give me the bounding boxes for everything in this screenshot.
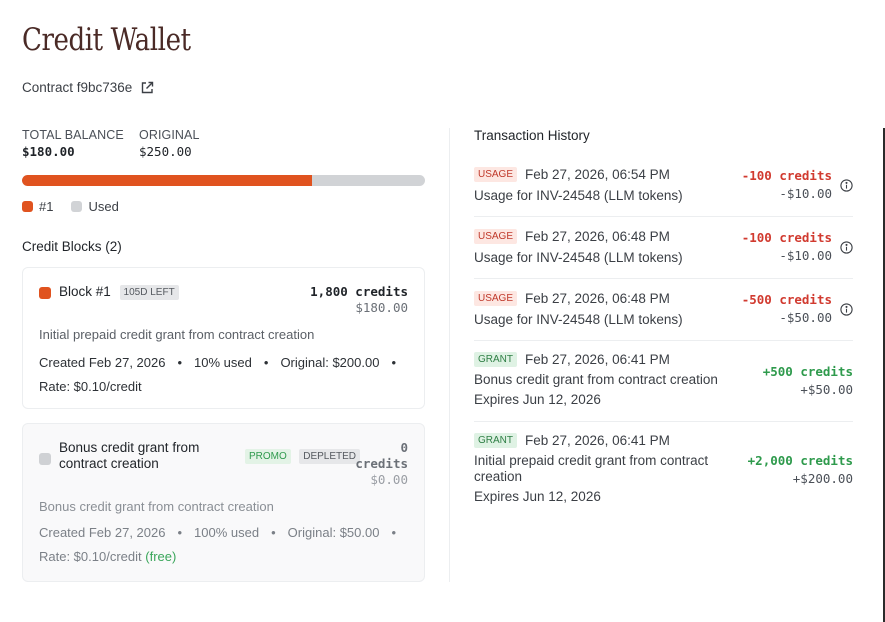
credit-block-card[interactable]: Bonus credit grant from contract creatio… xyxy=(22,423,425,582)
separator-dot: • xyxy=(263,355,269,370)
block-rate: Rate: $0.10/credit xyxy=(39,379,142,394)
depleted-badge: DEPLETED xyxy=(299,449,361,464)
block-used: 10% used xyxy=(194,355,252,370)
transaction-amount: -500 credits -$50.00 xyxy=(742,292,832,325)
block-color-swatch xyxy=(39,453,51,465)
transaction-dollars: -$50.00 xyxy=(779,310,832,325)
transaction-date: Feb 27, 2026, 06:41 PM xyxy=(525,352,670,367)
balance-progress-fill xyxy=(22,175,313,186)
block-amount-value: $180.00 xyxy=(355,300,408,315)
block-name: Block #1 105D LEFT xyxy=(59,284,179,301)
total-balance-label: TOTAL BALANCE xyxy=(22,128,124,142)
block-original: Original: $50.00 xyxy=(287,525,380,540)
transaction-row[interactable]: USAGE Feb 27, 2026, 06:48 PM Usage for I… xyxy=(474,229,853,279)
separator-dot: • xyxy=(177,355,183,370)
legend-swatch-used xyxy=(71,201,83,212)
transaction-date: Feb 27, 2026, 06:48 PM xyxy=(525,229,670,244)
transaction-type-badge: GRANT xyxy=(474,433,517,448)
block-meta: Created Feb 27, 2026 • 100% used • Original:… xyxy=(39,521,419,569)
block-credits-value: 0 xyxy=(400,440,408,455)
block-description: Initial prepaid credit grant from contra… xyxy=(39,327,315,342)
block-credits-unit: credits xyxy=(355,456,408,471)
days-left-badge: 105D LEFT xyxy=(119,285,179,300)
column-divider xyxy=(449,128,450,582)
info-icon[interactable] xyxy=(840,179,853,192)
separator-dot: • xyxy=(391,525,397,540)
original-balance-label: ORIGINAL xyxy=(139,128,200,142)
transaction-credits: -100 credits xyxy=(741,168,832,183)
transaction-dollars: +$50.00 xyxy=(800,382,853,397)
block-name-text: Block #1 xyxy=(59,284,111,299)
balance-progress-bar xyxy=(22,175,425,186)
block-credits: 0 credits $0.00 xyxy=(355,440,408,488)
legend-label-block1: #1 xyxy=(39,199,54,214)
original-balance-value: $250.00 xyxy=(139,144,192,159)
transaction-date: Feb 27, 2026, 06:48 PM xyxy=(525,291,670,306)
block-name: Bonus credit grant from contract creatio… xyxy=(59,440,200,471)
transaction-row[interactable]: USAGE Feb 27, 2026, 06:48 PM Usage for I… xyxy=(474,291,853,341)
separator-dot: • xyxy=(271,525,276,540)
transaction-row[interactable]: GRANT Feb 27, 2026, 06:41 PM Initial pre… xyxy=(474,433,853,513)
info-icon[interactable] xyxy=(840,241,853,254)
transaction-credits: -500 credits xyxy=(741,292,832,307)
info-icon[interactable] xyxy=(840,303,853,316)
contract-label: Contract f9bc736e xyxy=(22,80,133,95)
separator-dot: • xyxy=(391,355,397,370)
transaction-date: Feb 27, 2026, 06:54 PM xyxy=(525,167,670,182)
total-balance-value: $180.00 xyxy=(22,144,75,159)
transaction-dollars: -$10.00 xyxy=(779,186,832,201)
transaction-credits: +2,000 credits xyxy=(747,453,853,468)
block-rate-free: (free) xyxy=(145,549,177,564)
block-rate: Rate: $0.10/credit xyxy=(39,549,142,564)
block-created: Created Feb 27, 2026 xyxy=(39,355,166,370)
block-credits: 1,800 credits $180.00 xyxy=(310,284,408,315)
transaction-dollars: +$200.00 xyxy=(792,471,853,486)
block-used: 100% used xyxy=(194,525,260,540)
contract-link[interactable]: Contract f9bc736e xyxy=(22,80,154,95)
legend-swatch-block1 xyxy=(22,201,33,212)
block-color-swatch xyxy=(39,287,51,299)
transaction-description: Initial prepaid credit grant from contra… xyxy=(474,453,709,484)
legend-label-used: Used xyxy=(88,199,119,214)
transaction-amount: +500 credits +$50.00 xyxy=(763,364,853,397)
transaction-row[interactable]: GRANT Feb 27, 2026, 06:41 PM Bonus credi… xyxy=(474,352,853,422)
transaction-type-badge: USAGE xyxy=(474,229,518,244)
transaction-dollars: -$10.00 xyxy=(779,248,832,263)
balance-legend: #1 Used xyxy=(22,199,119,214)
transaction-amount: -100 credits -$10.00 xyxy=(742,168,832,201)
block-created: Created Feb 27, 2026 xyxy=(39,525,166,540)
total-balance: TOTAL BALANCE $180.00 xyxy=(22,128,124,159)
transaction-type-badge: USAGE xyxy=(474,167,518,182)
promo-badge: PROMO xyxy=(245,449,291,464)
transaction-credits: +500 credits xyxy=(762,364,853,379)
transaction-row[interactable]: USAGE Feb 27, 2026, 06:54 PM Usage for I… xyxy=(474,167,853,217)
block-description: Bonus credit grant from contract creatio… xyxy=(39,499,274,514)
credit-block-card[interactable]: Block #1 105D LEFT 1,800 credits $180.00… xyxy=(22,267,425,409)
transaction-expires: Expires Jun 12, 2026 xyxy=(474,489,601,504)
transaction-type-badge: GRANT xyxy=(474,352,517,367)
block-amount-value: $0.00 xyxy=(370,472,408,487)
transaction-date: Feb 27, 2026, 06:41 PM xyxy=(525,433,670,448)
transaction-history-heading: Transaction History xyxy=(474,128,590,143)
credit-blocks-heading: Credit Blocks (2) xyxy=(22,239,122,254)
transaction-amount: +2,000 credits +$200.00 xyxy=(748,453,853,486)
block-meta: Created Feb 27, 2026 • 10% used • Original: … xyxy=(39,351,419,399)
transaction-amount: -100 credits -$10.00 xyxy=(742,230,832,263)
original-balance: ORIGINAL $250.00 xyxy=(139,128,200,159)
transaction-credits: -100 credits xyxy=(741,230,832,245)
block-credits-value: 1,800 credits xyxy=(310,284,408,299)
page-title: Credit Wallet xyxy=(22,22,191,58)
separator-dot: • xyxy=(177,525,183,540)
block-original: Original: $200.00 xyxy=(280,355,380,370)
external-link-icon[interactable] xyxy=(140,81,154,95)
transaction-type-badge: USAGE xyxy=(474,291,518,306)
block-badges: PROMO DEPLETED xyxy=(245,446,361,464)
